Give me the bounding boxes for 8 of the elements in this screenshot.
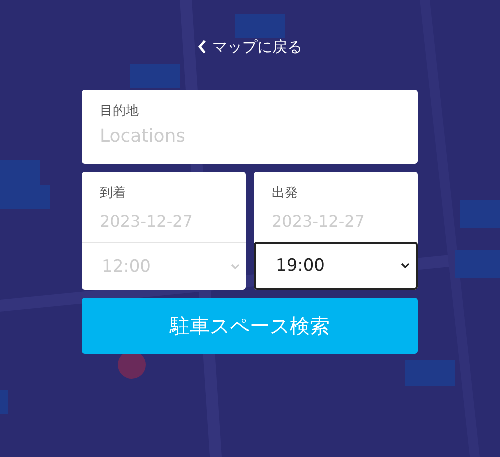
field-label: 目的地 <box>100 103 140 120</box>
back-link[interactable]: マップに戻る <box>198 34 302 60</box>
chevron-left-icon <box>198 40 206 54</box>
field-label: 到着 <box>100 185 127 202</box>
chevron-down-icon <box>401 263 410 269</box>
time-select[interactable]: 19:00 <box>254 242 418 290</box>
chevron-down-icon <box>231 264 240 270</box>
field-label: 出発 <box>272 185 299 202</box>
